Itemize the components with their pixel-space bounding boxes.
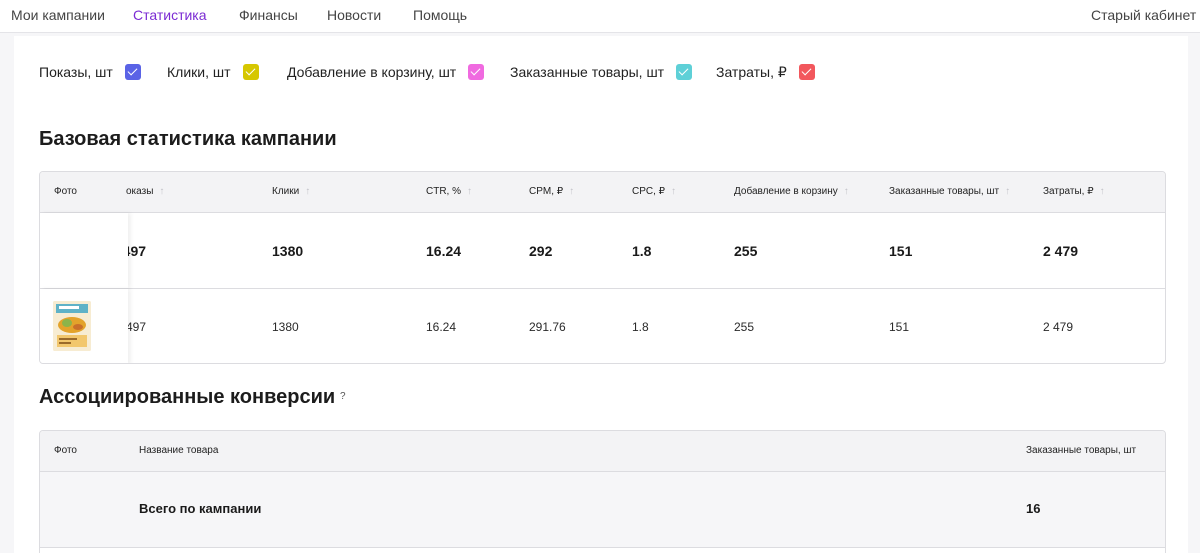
filter-label: Затраты, ₽ <box>716 63 787 80</box>
main-content: Показы, шт Клики, шт Добавление в корзин… <box>14 36 1188 553</box>
checkbox-checked-icon[interactable] <box>798 64 815 80</box>
cell-costs: 2 479 <box>1043 243 1079 259</box>
col-ordered-items: Заказанные товары, шт <box>1026 445 1137 456</box>
cell-cpc: 1.8 <box>632 243 652 259</box>
table-header: Фото оказы ↑ Клики ↑ CTR, % ↑ CPM, ₽ ↑ CPC, … <box>40 172 1165 213</box>
old-cabinet-link[interactable]: Старый кабинет <box>1091 7 1196 23</box>
sort-arrow-up-icon[interactable]: ↑ <box>1100 186 1105 197</box>
col-add-to-cart[interactable]: Добавление в корзину ↑ <box>734 186 849 197</box>
col-costs[interactable]: Затраты, ₽ ↑ <box>1043 186 1105 197</box>
cell-ordered-items: 151 <box>889 243 913 259</box>
checkbox-checked-icon[interactable] <box>468 64 485 80</box>
cell-clicks: 1380 <box>272 243 304 259</box>
sort-arrow-up-icon[interactable]: ↑ <box>569 186 574 197</box>
sort-arrow-up-icon[interactable]: ↑ <box>671 186 676 197</box>
basic-stats-title: Базовая статистика кампании <box>39 128 337 150</box>
filter-clicks[interactable]: Клики, шт <box>167 62 259 82</box>
cell-ordered-items: 151 <box>889 320 910 334</box>
nav-help[interactable]: Помощь <box>413 7 467 23</box>
nav-statistics[interactable]: Статистика <box>133 7 207 23</box>
cell-total-label: Всего по кампании <box>139 501 262 516</box>
col-photo: Фото <box>54 186 77 197</box>
filter-add-to-cart[interactable]: Добавление в корзину, шт <box>287 62 485 82</box>
col-cpc[interactable]: CPC, ₽ ↑ <box>632 186 676 197</box>
filter-label: Добавление в корзину, шт <box>287 64 457 80</box>
nav-news[interactable]: Новости <box>327 7 381 23</box>
sort-arrow-up-icon[interactable]: ↑ <box>844 186 849 197</box>
cell-costs: 2 479 <box>1043 320 1074 334</box>
photo-cell <box>40 213 128 288</box>
help-icon[interactable]: ? <box>340 391 346 402</box>
filter-costs[interactable]: Затраты, ₽ <box>716 62 815 82</box>
col-product-name: Название товара <box>139 445 219 456</box>
col-ordered-items[interactable]: Заказанные товары, шт ↑ <box>889 186 1010 197</box>
checkbox-checked-icon[interactable] <box>242 64 259 80</box>
cell-impressions: 497 <box>126 320 147 334</box>
checkbox-checked-icon[interactable] <box>676 64 693 80</box>
table-row-product: 497 1380 16.24 291.76 1.8 255 151 2 479 <box>40 289 1165 363</box>
filter-label: Заказанные товары, шт <box>510 64 665 80</box>
cell-cpm: 291.76 <box>529 320 566 334</box>
col-ctr[interactable]: CTR, % ↑ <box>426 186 472 197</box>
cell-cpm: 292 <box>529 243 553 259</box>
sort-arrow-up-icon[interactable]: ↑ <box>467 186 472 197</box>
filter-impressions[interactable]: Показы, шт <box>39 62 141 82</box>
checkbox-checked-icon[interactable] <box>124 64 141 80</box>
col-impressions[interactable]: оказы ↑ <box>126 186 164 197</box>
cell-ctr: 16.24 <box>426 243 462 259</box>
filter-label: Клики, шт <box>167 64 231 80</box>
cell-cpc: 1.8 <box>632 320 649 334</box>
filter-label: Показы, шт <box>39 64 113 80</box>
table-row-total: ;497 1380 16.24 292 1.8 255 151 2 479 <box>40 213 1165 289</box>
product-thumbnail[interactable] <box>53 301 91 351</box>
metric-filters: Показы, шт Клики, шт Добавление в корзин… <box>14 36 1188 106</box>
col-cpm[interactable]: CPM, ₽ ↑ <box>529 186 574 197</box>
col-clicks[interactable]: Клики ↑ <box>272 186 310 197</box>
table-row-total: Всего по кампании 16 <box>40 472 1165 548</box>
nav-finance[interactable]: Финансы <box>239 7 298 23</box>
table-header: Фото Название товара Заказанные товары, … <box>40 431 1165 472</box>
assoc-conversions-table: Фото Название товара Заказанные товары, … <box>39 430 1166 553</box>
col-photo: Фото <box>54 445 77 456</box>
sort-arrow-up-icon[interactable]: ↑ <box>1005 186 1010 197</box>
top-nav: Мои кампании Статистика Финансы Новости … <box>0 0 1200 33</box>
cell-add-to-cart: 255 <box>734 320 755 334</box>
nav-my-campaigns[interactable]: Мои кампании <box>11 7 105 23</box>
cell-add-to-cart: 255 <box>734 243 758 259</box>
assoc-conversions-title: Ассоциированные конверсии <box>39 386 336 408</box>
basic-stats-table: Фото оказы ↑ Клики ↑ CTR, % ↑ CPM, ₽ ↑ CPC, … <box>39 171 1166 364</box>
cell-total-value: 16 <box>1026 501 1041 516</box>
cell-ctr: 16.24 <box>426 320 457 334</box>
sort-arrow-up-icon[interactable]: ↑ <box>305 186 310 197</box>
cell-clicks: 1380 <box>272 320 299 334</box>
product-image-icon <box>53 301 91 351</box>
sort-arrow-up-icon[interactable]: ↑ <box>159 186 164 197</box>
filter-ordered-items[interactable]: Заказанные товары, шт <box>510 62 693 82</box>
